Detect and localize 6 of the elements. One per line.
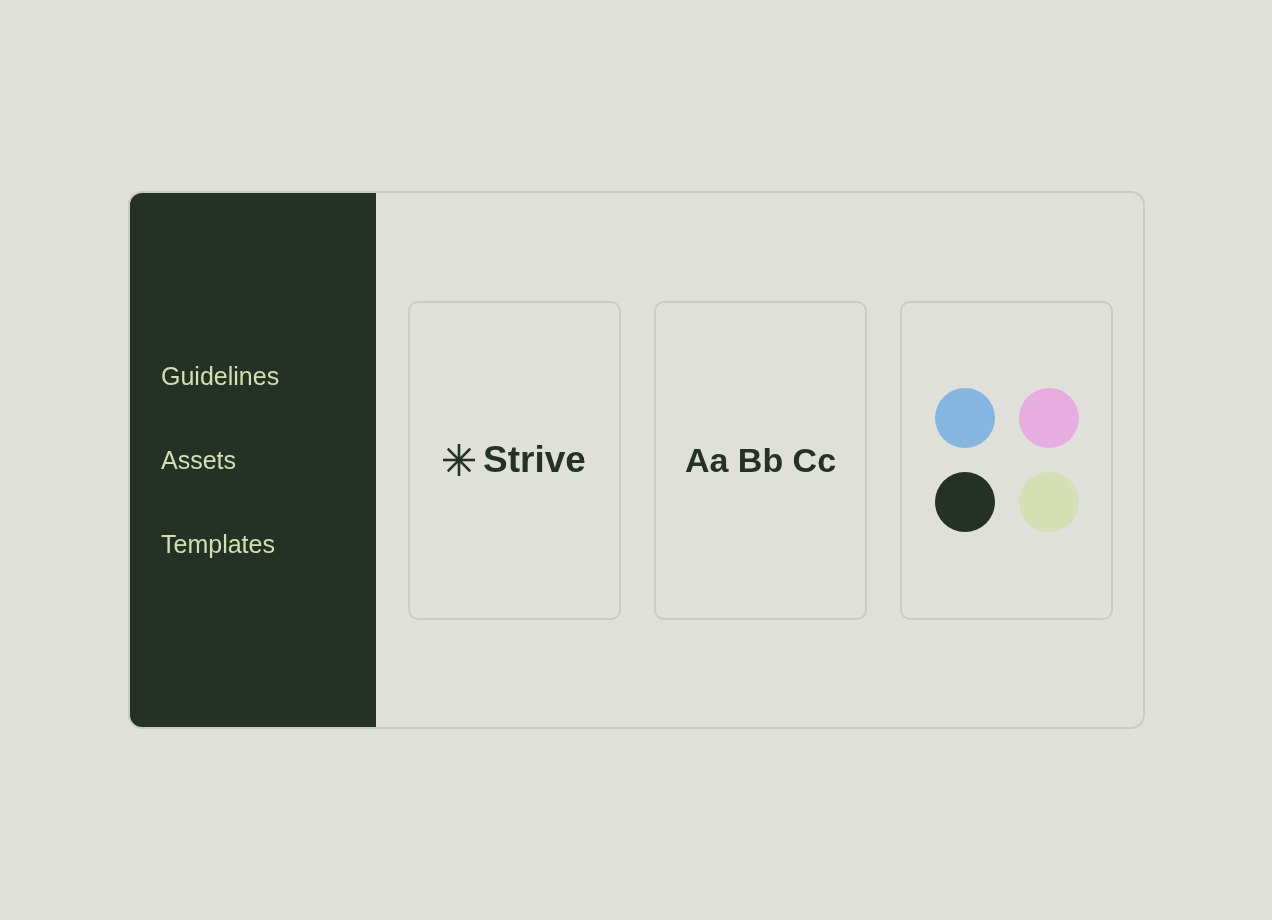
asterisk-icon [443, 444, 476, 476]
type-specimen: Aa Bb Cc [684, 440, 837, 481]
sidebar-item[interactable]: Templates [161, 529, 275, 559]
sidebar-item[interactable]: Guidelines [161, 361, 280, 391]
logo-wordmark: Strive [483, 438, 586, 482]
sidebar-item[interactable]: Assets [161, 445, 237, 475]
